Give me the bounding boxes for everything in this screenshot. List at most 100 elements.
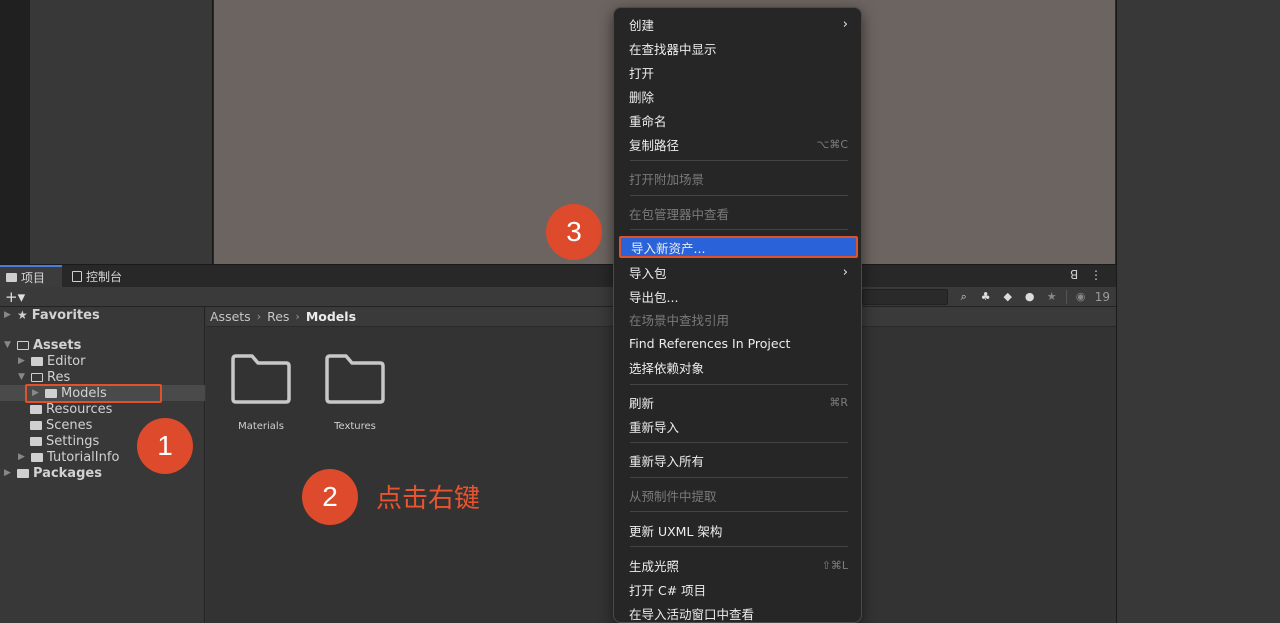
eye-icon[interactable]: ◉ (1073, 289, 1089, 304)
menu-item-label: 打开 C# 项目 (629, 582, 707, 598)
add-button[interactable]: +▾ (5, 287, 25, 307)
breadcrumb-res[interactable]: Res (267, 309, 289, 324)
tree-item-resources[interactable]: Resources (30, 401, 112, 417)
step-badge-1: 1 (137, 418, 193, 474)
breadcrumb-assets[interactable]: Assets (210, 309, 251, 324)
step-badge-3: 3 (546, 204, 602, 260)
folder-icon (30, 436, 42, 446)
project-toolbar: +▾ ⌕ ♣ ◆ ● ★ ◉ 19 (0, 287, 1116, 307)
collapse-arrow-icon[interactable]: ▶ (4, 468, 13, 478)
search-input[interactable] (862, 289, 948, 305)
filter-type-icon[interactable]: ♣ (978, 289, 994, 304)
search-by-type-icon[interactable]: ⌕ (956, 289, 972, 304)
menu-separator (630, 511, 848, 512)
toolbar-divider (1065, 289, 1067, 304)
folder-tile-textures[interactable]: Textures (315, 351, 395, 432)
tree-item-editor[interactable]: ▶ Editor (18, 353, 85, 369)
menu-item-import-new-asset[interactable]: 导入新资产... (619, 236, 858, 258)
favorite-star-icon[interactable]: ★ (1044, 289, 1060, 304)
menu-item-find-refs-project[interactable]: Find References In Project (619, 332, 858, 354)
tree-item-label: Res (47, 369, 71, 385)
unity-editor-window: { "tabs": { "project": "项目", "console": … (0, 0, 1280, 623)
tree-item-label: Packages (33, 465, 102, 481)
tree-item-label: Favorites (31, 307, 100, 323)
tree-item-packages[interactable]: ▶ Packages (4, 465, 102, 481)
folder-icon (31, 452, 43, 462)
breadcrumb-models[interactable]: Models (306, 309, 356, 324)
project-tabbar: 项目 控制台 ꓭ ⋮ (0, 265, 1116, 287)
menu-separator (630, 160, 848, 161)
menu-item-select-dependencies[interactable]: 选择依赖对象 (619, 356, 858, 378)
lock-menu-icons[interactable]: ꓭ ⋮ (1070, 268, 1106, 282)
menu-item-reimport[interactable]: 重新导入 (619, 415, 858, 437)
menu-item-delete[interactable]: 删除 (619, 85, 858, 107)
collapse-arrow-icon[interactable]: ▶ (4, 310, 13, 320)
menu-item-update-uxml[interactable]: 更新 UXML 架构 (619, 519, 858, 541)
console-icon (72, 270, 82, 282)
collapse-arrow-icon[interactable]: ▶ (18, 452, 27, 462)
tree-item-label: Settings (46, 433, 100, 449)
menu-item-refresh[interactable]: 刷新 ⌘R (619, 391, 858, 413)
menu-item-label: 重命名 (629, 113, 667, 129)
menu-item-label: 在场景中查找引用 (629, 312, 730, 328)
folder-icon (230, 351, 292, 405)
menu-separator (630, 442, 848, 443)
menu-item-reimport-all[interactable]: 重新导入所有 (619, 449, 858, 471)
hidden-count: 19 (1094, 289, 1110, 304)
folder-icon (17, 468, 29, 478)
menu-item-label: 在查找器中显示 (629, 41, 717, 57)
expand-arrow-icon[interactable]: ▼ (4, 340, 13, 350)
tree-item-favorites[interactable]: ▶ ★ Favorites (4, 307, 100, 323)
warning-icon[interactable]: ● (1022, 289, 1038, 304)
folder-label: Textures (334, 421, 376, 432)
step-badge-2: 2 (302, 469, 358, 525)
menu-item-export-package[interactable]: 导出包... (619, 285, 858, 307)
folder-tile-materials[interactable]: Materials (221, 351, 301, 432)
tab-console[interactable]: 控制台 (66, 265, 128, 287)
menu-item-reveal[interactable]: 在查找器中显示 (619, 37, 858, 59)
menu-separator (630, 229, 848, 230)
annotation-box-models (25, 384, 162, 403)
menu-item-label: 导入新资产... (631, 240, 706, 256)
star-icon: ★ (17, 308, 28, 322)
step-hint-text: 点击右键 (376, 484, 481, 514)
tree-item-scenes[interactable]: Scenes (30, 417, 92, 433)
inspector-panel-lower (1116, 264, 1280, 623)
menu-item-label: 生成光照 (629, 558, 680, 574)
menu-item-import-package[interactable]: 导入包 › (619, 261, 858, 283)
menu-separator (630, 195, 848, 196)
open-folder-icon (17, 340, 29, 350)
tree-item-assets[interactable]: ▼ Assets (4, 337, 81, 353)
folder-icon (6, 272, 17, 282)
tree-item-settings[interactable]: Settings (30, 433, 99, 449)
menu-item-label: 重新导入 (629, 419, 680, 435)
menu-item-rename[interactable]: 重命名 (619, 109, 858, 131)
menu-item-label: 更新 UXML 架构 (629, 523, 723, 539)
menu-item-view-import-activity[interactable]: 在导入活动窗口中查看 (619, 602, 858, 623)
tree-item-label: Resources (46, 401, 113, 417)
menu-separator (630, 546, 848, 547)
menu-separator (630, 477, 848, 478)
menu-item-open[interactable]: 打开 (619, 61, 858, 83)
chevron-right-icon: › (842, 264, 848, 280)
folder-icon (324, 351, 386, 405)
menu-item-label: 导出包... (629, 289, 679, 305)
menu-item-label: 在导入活动窗口中查看 (629, 606, 755, 622)
label-icon[interactable]: ◆ (1000, 289, 1016, 304)
menu-item-label: 删除 (629, 89, 655, 105)
menu-item-view-in-package-manager: 在包管理器中查看 (619, 202, 858, 224)
tab-project-label: 项目 (21, 270, 46, 285)
menu-item-open-csharp-project[interactable]: 打开 C# 项目 (619, 578, 858, 600)
toolbar-icons: ⌕ ♣ ◆ ● ★ ◉ 19 (956, 289, 1110, 304)
menu-item-create[interactable]: 创建 › (619, 13, 858, 35)
expand-arrow-icon[interactable]: ▼ (18, 372, 27, 382)
menu-item-label: 刷新 (629, 395, 655, 411)
collapse-arrow-icon[interactable]: ▶ (18, 356, 27, 366)
chevron-right-icon: › (842, 16, 848, 32)
menu-item-copy-path[interactable]: 复制路径 ⌥⌘C (619, 133, 858, 155)
tab-project[interactable]: 项目 (0, 265, 62, 287)
tree-item-res[interactable]: ▼ Res (18, 369, 70, 385)
chevron-right-icon: › (256, 310, 262, 323)
menu-item-generate-lighting[interactable]: 生成光照 ⇧⌘L (619, 554, 858, 576)
tree-item-tutorialinfo[interactable]: ▶ TutorialInfo (18, 449, 119, 465)
